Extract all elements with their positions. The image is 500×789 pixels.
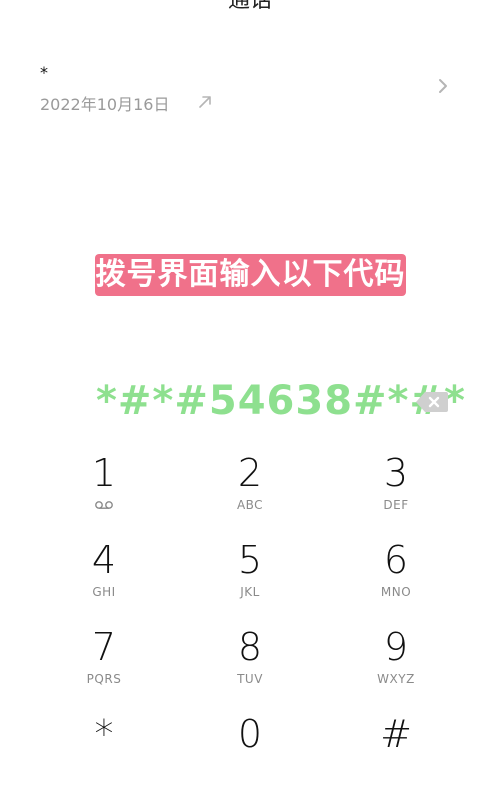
call-contact-name: * xyxy=(40,63,48,82)
key-6[interactable]: 6 MNO xyxy=(336,535,456,615)
key-digit: 2 xyxy=(237,451,263,495)
key-hash[interactable]: # xyxy=(336,709,456,789)
key-letters: JKL xyxy=(240,585,260,599)
key-letters: PQRS xyxy=(86,672,122,686)
key-digit: 0 xyxy=(237,712,263,756)
key-letters: ABC xyxy=(236,498,264,512)
key-letters xyxy=(44,498,164,512)
key-0[interactable]: 0 xyxy=(190,709,310,789)
key-letters: GHI xyxy=(92,585,116,599)
key-digit: * xyxy=(94,712,114,756)
key-digit: 3 xyxy=(383,451,409,495)
instruction-banner: 拨号界面输入以下代码 xyxy=(95,254,406,296)
key-digit: 7 xyxy=(91,625,117,669)
key-8[interactable]: 8 TUV xyxy=(190,622,310,702)
key-3[interactable]: 3 DEF xyxy=(336,448,456,528)
key-4[interactable]: 4 GHI xyxy=(44,535,164,615)
key-1[interactable]: 1 xyxy=(44,448,164,528)
key-digit: 9 xyxy=(383,625,409,669)
key-digit: 4 xyxy=(91,538,117,582)
key-letters: TUV xyxy=(237,672,263,686)
key-7[interactable]: 7 PQRS xyxy=(44,622,164,702)
key-digit: # xyxy=(380,712,412,756)
key-5[interactable]: 5 JKL xyxy=(190,535,310,615)
dial-input[interactable]: *#*#54638#*#* xyxy=(96,378,466,424)
key-letters: MNO xyxy=(380,585,412,599)
backspace-icon[interactable] xyxy=(415,390,449,414)
key-digit: 6 xyxy=(383,538,409,582)
key-letters: DEF xyxy=(383,498,409,512)
call-date: 2022年10月16日 xyxy=(40,95,170,114)
key-2[interactable]: 2 ABC xyxy=(190,448,310,528)
key-letters: WXYZ xyxy=(377,672,415,686)
chevron-right-icon[interactable] xyxy=(436,77,450,95)
key-digit: 8 xyxy=(237,625,263,669)
key-star[interactable]: * xyxy=(44,709,164,789)
key-digit: 1 xyxy=(91,451,117,495)
outgoing-call-icon xyxy=(199,96,211,108)
key-digit: 5 xyxy=(237,538,263,582)
voicemail-icon xyxy=(95,501,113,509)
recent-call-item[interactable]: * 2022年10月16日 xyxy=(0,55,500,115)
key-9[interactable]: 9 WXYZ xyxy=(336,622,456,702)
page-title: 通话 xyxy=(227,0,272,13)
